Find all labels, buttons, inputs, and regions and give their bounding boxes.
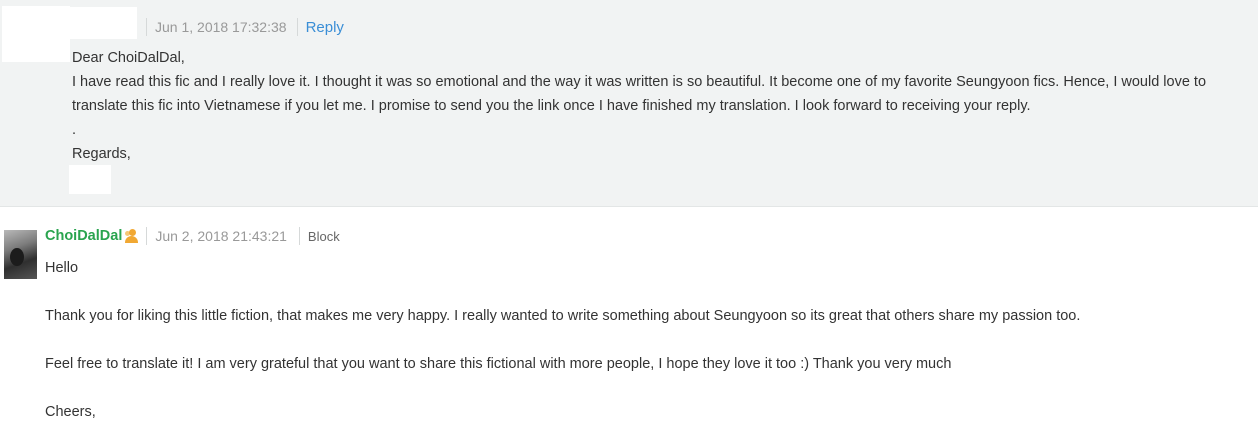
author-timestamp: Jun 2, 2018 21:43:21	[155, 228, 287, 244]
comment-line: I have read this fic and I really love i…	[72, 74, 1207, 90]
reply-paragraph: Cheers,	[45, 404, 96, 420]
comment-line: .	[72, 122, 77, 138]
comment-line: Dear ChoiDalDal,	[72, 50, 185, 66]
reply-button[interactable]: Reply	[306, 19, 344, 36]
reply-paragraph: Feel free to translate it! I am very gra…	[45, 356, 952, 372]
meta-divider	[146, 18, 147, 36]
comment-timestamp: Jun 1, 2018 17:32:38	[155, 19, 287, 35]
meta-divider	[296, 18, 298, 36]
meta-divider	[298, 227, 300, 245]
user-pair-icon	[124, 228, 140, 244]
author-meta: ChoiDalDal Jun 2, 2018 21:43:21 Block	[45, 226, 340, 246]
comment-reply-card: Jun 1, 2018 17:32:38 Reply Dear ChoiDalD…	[0, 0, 1258, 207]
author-username[interactable]: ChoiDalDal	[45, 228, 122, 244]
comment-body: Dear ChoiDalDal, I have read this fic an…	[72, 46, 1252, 166]
signature-placeholder	[69, 165, 111, 194]
comment-line: Regards,	[72, 146, 131, 162]
avatar-face	[10, 248, 24, 266]
author-reply-body: Hello Thank you for liking this little f…	[45, 256, 1245, 424]
commenter-avatar[interactable]	[2, 6, 70, 62]
reply-paragraph: Hello	[45, 260, 79, 276]
meta-divider	[146, 227, 148, 245]
block-button[interactable]: Block	[308, 229, 340, 244]
reply-paragraph: Thank you for liking this little fiction…	[45, 308, 1081, 324]
comment-line: translate this fic into Vietnamese if yo…	[72, 98, 1031, 114]
comment-meta: Jun 1, 2018 17:32:38 Reply	[146, 17, 344, 37]
author-avatar[interactable]	[4, 230, 37, 279]
commenter-name[interactable]	[70, 7, 137, 39]
